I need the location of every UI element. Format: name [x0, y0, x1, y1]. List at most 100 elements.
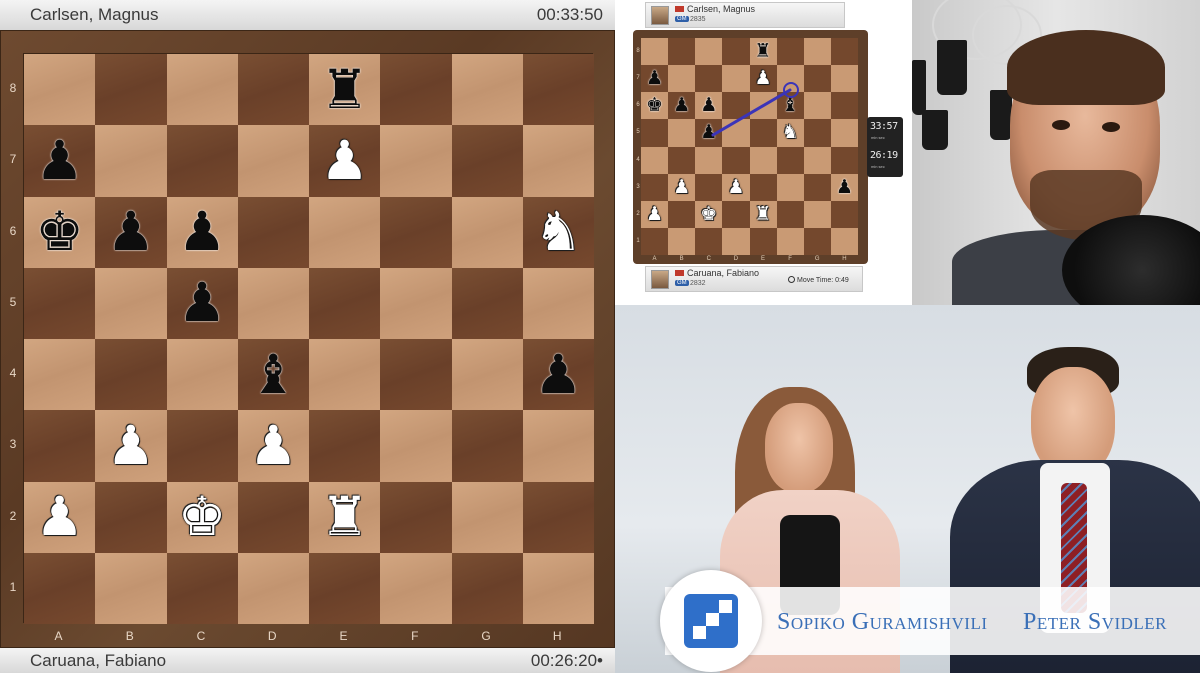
- mini-square-b2[interactable]: [668, 200, 696, 228]
- mini-square-b6[interactable]: ♟: [668, 92, 696, 120]
- square-c5[interactable]: ♟: [166, 267, 238, 339]
- mini-square-d3[interactable]: ♟: [722, 173, 750, 201]
- mini-square-a4[interactable]: [641, 146, 669, 174]
- square-f5[interactable]: [380, 267, 452, 339]
- square-a2[interactable]: ♟: [24, 481, 96, 553]
- black-piece-icon[interactable]: ♟: [673, 96, 690, 115]
- mini-square-h5[interactable]: [830, 119, 858, 147]
- mini-square-g2[interactable]: [803, 200, 831, 228]
- mini-square-e8[interactable]: ♜: [749, 38, 777, 66]
- mini-square-a7[interactable]: ♟: [641, 65, 669, 93]
- mini-square-f4[interactable]: [776, 146, 804, 174]
- black-piece-icon[interactable]: ♟: [700, 96, 717, 115]
- black-bishop-icon[interactable]: ♝: [249, 347, 297, 402]
- square-d5[interactable]: [237, 267, 309, 339]
- mini-square-g3[interactable]: [803, 173, 831, 201]
- square-d7[interactable]: [237, 125, 309, 197]
- mini-square-g6[interactable]: [803, 92, 831, 120]
- square-b5[interactable]: [95, 267, 167, 339]
- square-f8[interactable]: [380, 54, 452, 126]
- white-piece-icon[interactable]: ♟: [755, 69, 772, 88]
- mini-square-e4[interactable]: [749, 146, 777, 174]
- white-knight-icon[interactable]: ♞: [534, 205, 582, 259]
- white-king-icon[interactable]: ♚: [178, 490, 226, 544]
- square-e5[interactable]: [309, 267, 381, 339]
- mini-square-c2[interactable]: ♚: [695, 200, 723, 228]
- square-h1[interactable]: [522, 552, 594, 624]
- mini-square-c1[interactable]: [695, 227, 723, 255]
- square-a8[interactable]: [24, 54, 96, 126]
- square-g6[interactable]: [451, 196, 523, 268]
- mini-square-g5[interactable]: [803, 119, 831, 147]
- white-piece-icon[interactable]: ♟: [727, 177, 744, 197]
- square-b3[interactable]: ♟: [95, 410, 167, 482]
- black-piece-icon[interactable]: ♜: [755, 42, 772, 61]
- square-h8[interactable]: [522, 54, 594, 126]
- black-rook-icon[interactable]: ♜: [320, 62, 368, 117]
- square-g3[interactable]: [451, 410, 523, 482]
- square-h5[interactable]: [522, 267, 594, 339]
- mini-square-c6[interactable]: ♟: [695, 92, 723, 120]
- square-b4[interactable]: [95, 339, 167, 411]
- mini-square-b1[interactable]: [668, 227, 696, 255]
- mini-square-a6[interactable]: ♚: [641, 92, 669, 120]
- mini-square-f1[interactable]: [776, 227, 804, 255]
- square-e6[interactable]: [309, 196, 381, 268]
- square-h4[interactable]: ♟: [522, 339, 594, 411]
- mini-square-f7[interactable]: [776, 65, 804, 93]
- mini-square-e6[interactable]: [749, 92, 777, 120]
- white-piece-icon[interactable]: ♞: [782, 123, 799, 142]
- square-f3[interactable]: [380, 410, 452, 482]
- white-piece-icon[interactable]: ♜: [755, 204, 772, 224]
- square-c1[interactable]: [166, 552, 238, 624]
- square-a6[interactable]: ♚: [24, 196, 96, 268]
- white-piece-icon[interactable]: ♟: [673, 177, 690, 197]
- mini-square-b4[interactable]: [668, 146, 696, 174]
- square-b1[interactable]: [95, 552, 167, 624]
- mini-square-f8[interactable]: [776, 38, 804, 66]
- square-d1[interactable]: [237, 552, 309, 624]
- mini-square-e5[interactable]: [749, 119, 777, 147]
- square-h3[interactable]: [522, 410, 594, 482]
- square-f6[interactable]: [380, 196, 452, 268]
- mini-square-d2[interactable]: [722, 200, 750, 228]
- square-f2[interactable]: [380, 481, 452, 553]
- square-c8[interactable]: [166, 54, 238, 126]
- mini-square-c8[interactable]: [695, 38, 723, 66]
- square-d2[interactable]: [237, 481, 309, 553]
- square-b7[interactable]: [95, 125, 167, 197]
- black-piece-icon[interactable]: ♟: [836, 177, 853, 197]
- mini-square-d1[interactable]: [722, 227, 750, 255]
- white-pawn-icon[interactable]: ♟: [35, 490, 83, 544]
- mini-square-e1[interactable]: [749, 227, 777, 255]
- black-piece-icon[interactable]: ♟: [700, 123, 717, 142]
- square-b6[interactable]: ♟: [95, 196, 167, 268]
- square-c3[interactable]: [166, 410, 238, 482]
- mini-square-b8[interactable]: [668, 38, 696, 66]
- square-d8[interactable]: [237, 54, 309, 126]
- mini-square-h6[interactable]: [830, 92, 858, 120]
- chess-board[interactable]: ♜ ♟ ♟ ♚ ♟ ♟ ♞ ♟ ♝ ♟ ♟ ♟ ♟ ♚ ♜: [23, 53, 594, 624]
- square-f1[interactable]: [380, 552, 452, 624]
- mini-square-b7[interactable]: [668, 65, 696, 93]
- black-pawn-icon[interactable]: ♟: [534, 347, 582, 402]
- mini-square-a8[interactable]: [641, 38, 669, 66]
- square-e7[interactable]: ♟: [309, 125, 381, 197]
- mini-square-g7[interactable]: [803, 65, 831, 93]
- mini-square-b5[interactable]: [668, 119, 696, 147]
- mini-square-e3[interactable]: [749, 173, 777, 201]
- square-a5[interactable]: [24, 267, 96, 339]
- mini-square-g8[interactable]: [803, 38, 831, 66]
- black-pawn-icon[interactable]: ♟: [35, 133, 83, 188]
- square-d3[interactable]: ♟: [237, 410, 309, 482]
- white-pawn-icon[interactable]: ♟: [320, 133, 368, 188]
- square-f7[interactable]: [380, 125, 452, 197]
- square-b2[interactable]: [95, 481, 167, 553]
- mini-square-c7[interactable]: [695, 65, 723, 93]
- mini-square-d7[interactable]: [722, 65, 750, 93]
- square-e1[interactable]: [309, 552, 381, 624]
- mini-square-c5[interactable]: ♟: [695, 119, 723, 147]
- black-pawn-icon[interactable]: ♟: [178, 276, 226, 330]
- mini-square-a2[interactable]: ♟: [641, 200, 669, 228]
- white-piece-icon[interactable]: ♟: [646, 204, 663, 224]
